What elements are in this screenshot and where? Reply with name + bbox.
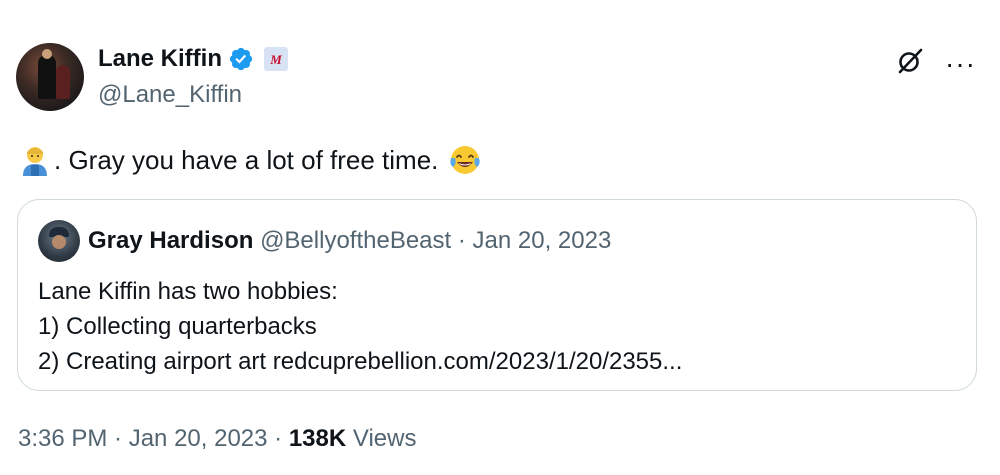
quoted-tweet-card[interactable]: Gray Hardison @BellyoftheBeast · Jan 20,… [17,199,977,391]
avatar-face [52,235,66,249]
quoted-tweet-body: Lane Kiffin has two hobbies: 1) Collecti… [38,274,682,379]
tweet-timestamp[interactable]: 3:36 PM · Jan 20, 2023 · [18,425,289,452]
grok-icon[interactable] [895,46,925,81]
tweet-text: . Gray you have a lot of free time. [18,143,482,177]
author-handle[interactable]: @Lane_Kiffin [98,80,242,110]
quoted-author-meta[interactable]: @BellyoftheBeast · Jan 20, 2023 [260,227,611,254]
quoted-tweet-header: Gray Hardison @BellyoftheBeast · Jan 20,… [88,225,611,257]
quoted-line: Lane Kiffin has two hobbies: [38,278,338,305]
svg-text:M: M [269,52,282,67]
tears-of-joy-emoji-icon [450,146,481,174]
quoted-author-avatar[interactable] [38,220,80,262]
farmer-emoji-icon [23,147,47,176]
tweet-top-actions: ··· [895,46,976,81]
views-label: Views [346,425,417,452]
author-name-row: Lane Kiffin M [98,44,288,74]
quoted-line: 1) Collecting quarterbacks [38,313,317,340]
verified-badge-icon[interactable] [228,46,254,72]
author-avatar[interactable] [16,43,84,111]
ole-miss-logo-icon[interactable]: M [264,47,288,71]
more-options-icon[interactable]: ··· [945,49,976,78]
author-name[interactable]: Lane Kiffin [98,44,222,74]
tweet-body: . Gray you have a lot of free time. [54,145,439,175]
avatar-figure-second [56,65,70,99]
quoted-author-name[interactable]: Gray Hardison [88,227,253,254]
quoted-line: 2) Creating airport art redcuprebellion.… [38,348,683,375]
tweet-footer: 3:36 PM · Jan 20, 2023 · 138K Views [18,423,416,455]
views-count: 138K [288,425,347,452]
avatar-figure-head [42,49,52,59]
avatar-figure [38,55,56,99]
